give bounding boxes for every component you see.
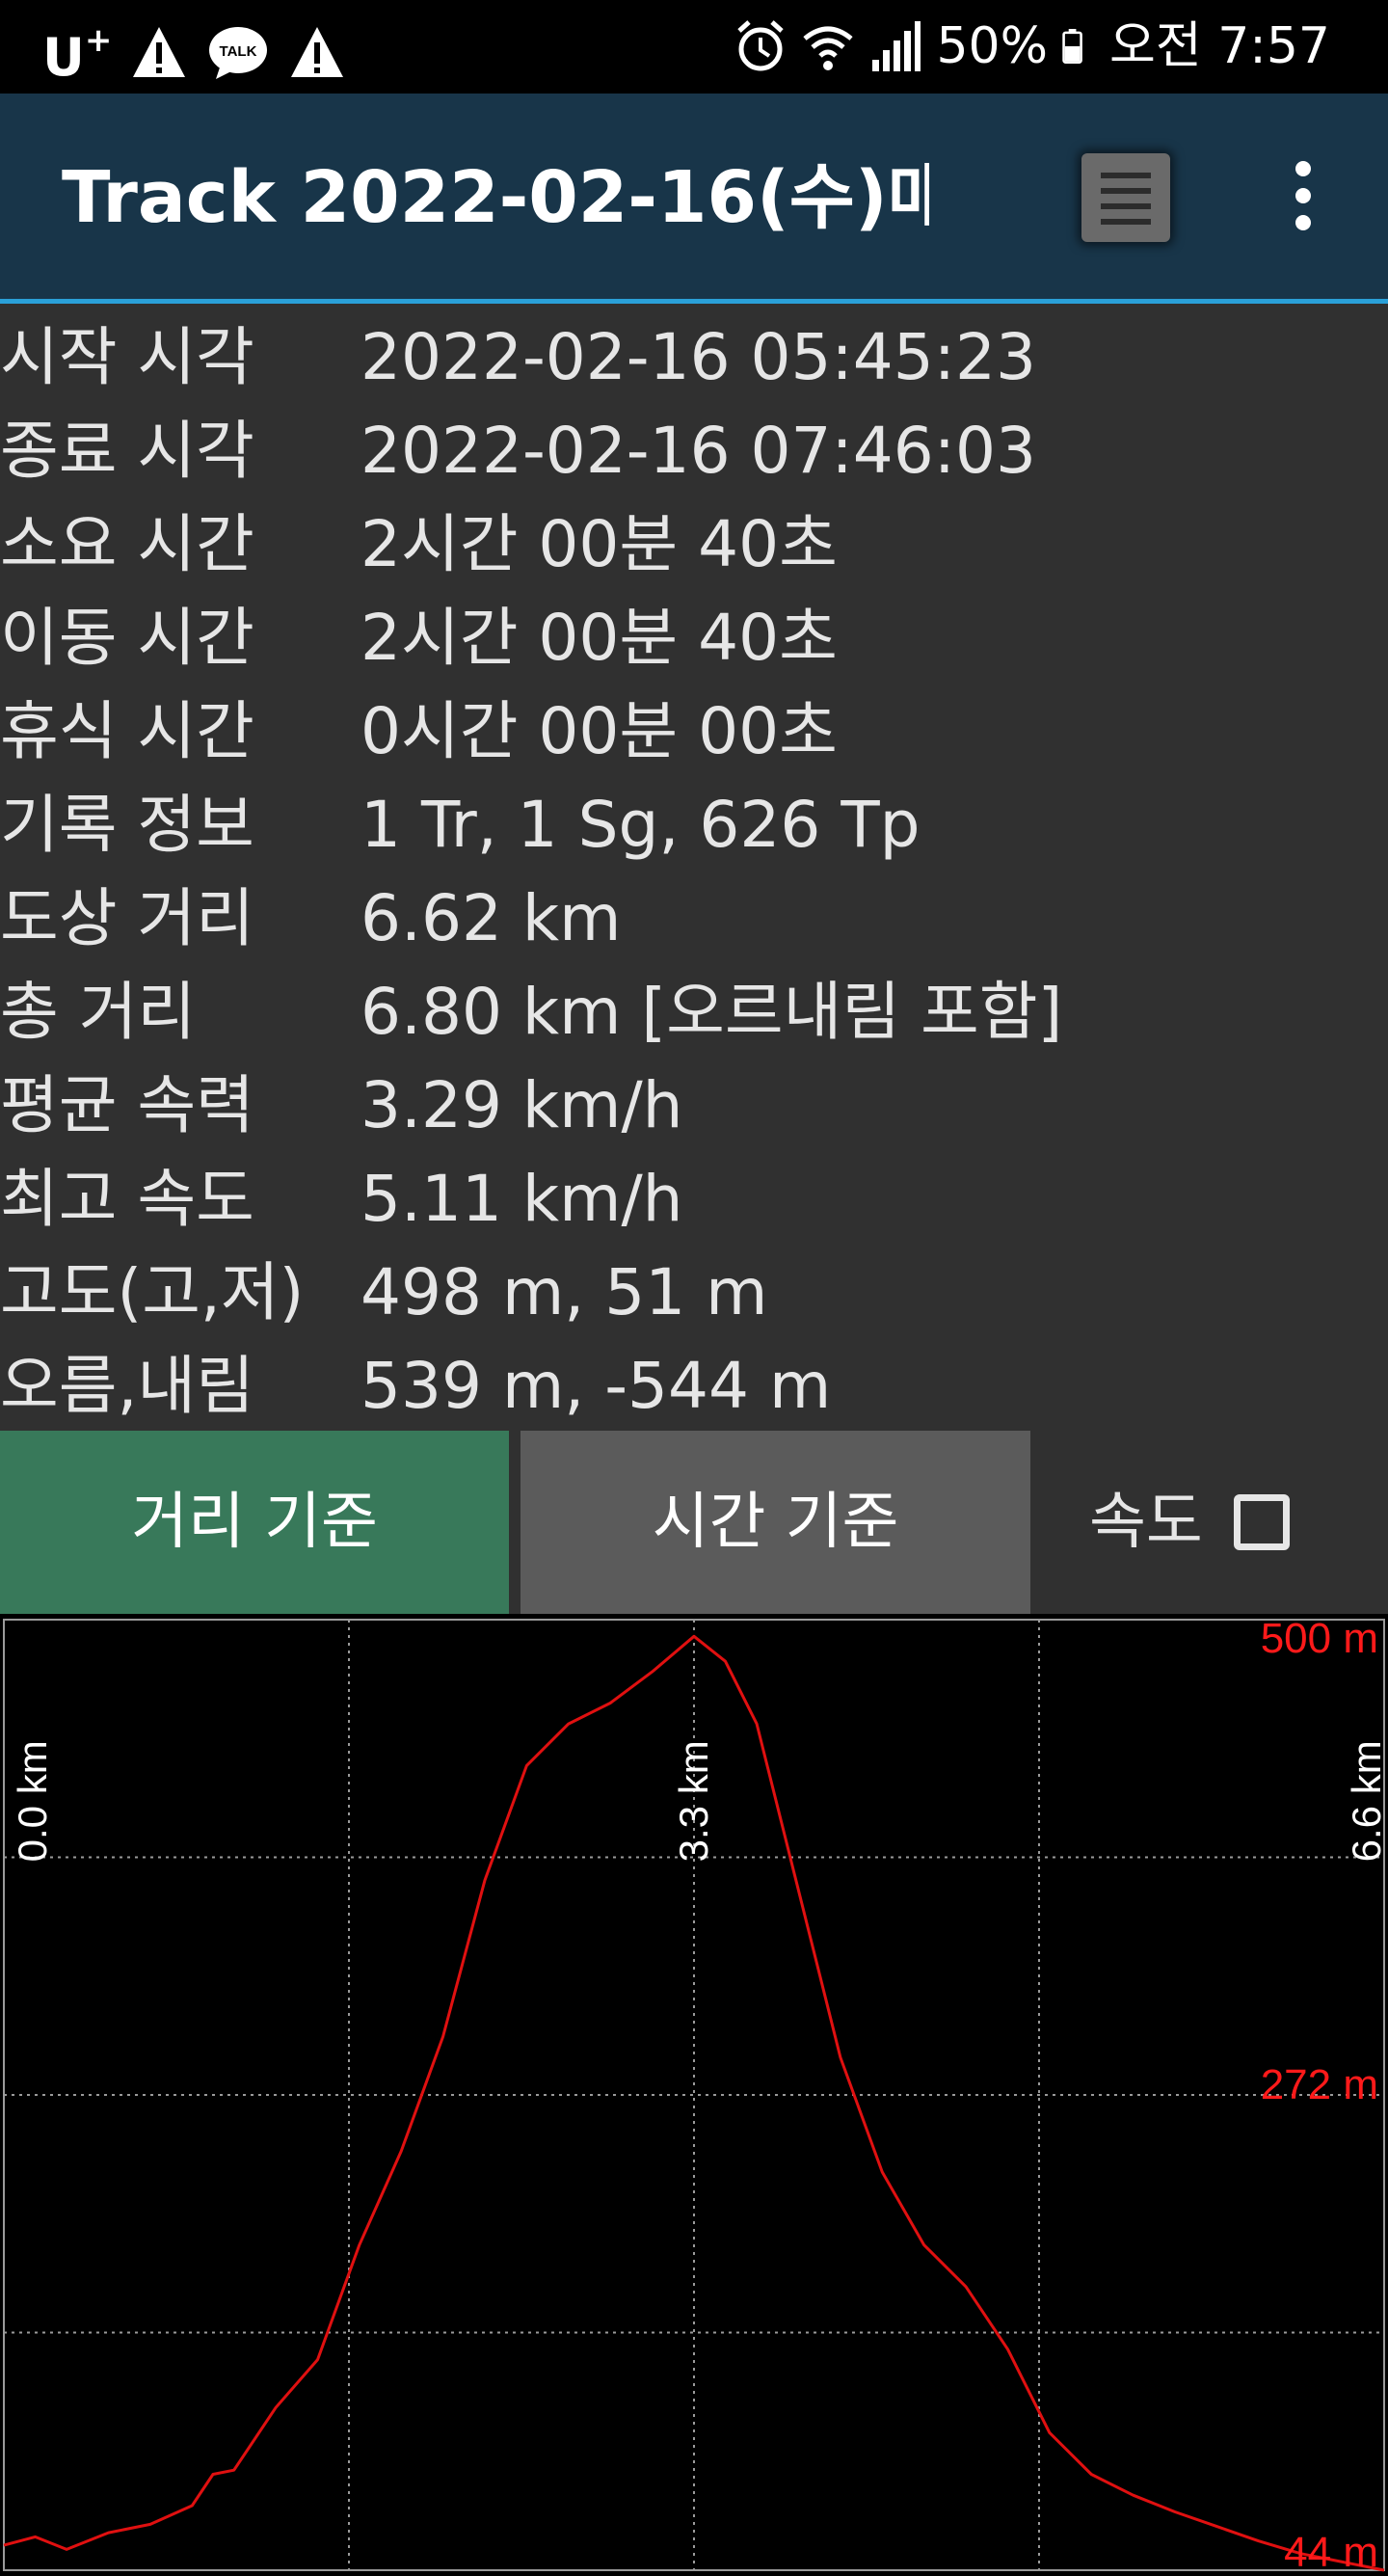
talk-text: TALK [220, 43, 257, 60]
info-row: 종료 시각 2022-02-16 07:46:03 [0, 404, 1388, 497]
time-basis-button[interactable]: 시간 기준 [520, 1431, 1030, 1614]
info-row: 오름,내림 539 m, -544 m [0, 1339, 1388, 1433]
speed-checkbox[interactable] [1234, 1494, 1290, 1550]
battery-icon [1062, 29, 1082, 64]
track-list-button[interactable] [1081, 153, 1170, 242]
info-row: 총 거리 6.80 km [오르내림 포함] [0, 965, 1388, 1059]
info-value: 0시간 00분 00초 [360, 694, 838, 768]
info-row: 이동 시간 2시간 00분 40초 [0, 591, 1388, 684]
info-label: 고도(고,저) [0, 1255, 305, 1329]
status-left: U+ TALK [42, 13, 347, 91]
info-value: 1 Tr, 1 Sg, 626 Tp [360, 788, 921, 862]
x-tick-label: 3.3 km [671, 1740, 716, 1862]
info-label: 도상 거리 [0, 881, 254, 955]
info-row: 기록 정보 1 Tr, 1 Sg, 626 Tp [0, 778, 1388, 872]
info-label: 시작 시각 [0, 320, 254, 394]
info-value: 2022-02-16 07:46:03 [360, 414, 1036, 488]
elevation-chart: 500 m 272 m 44 m 0.0 km 3.3 km 6.6 km [0, 1614, 1388, 2576]
info-value: 539 m, -544 m [360, 1349, 832, 1423]
info-row: 최고 속도 5.11 km/h [0, 1152, 1388, 1246]
app-bar: Track 2022-02-16(수)매... [0, 94, 1388, 304]
info-value: 3.29 km/h [360, 1068, 683, 1142]
info-value: 498 m, 51 m [360, 1255, 768, 1329]
list-icon [1101, 173, 1151, 178]
kakaotalk-icon: TALK [209, 27, 268, 79]
x-tick-label: 6.6 km [1344, 1740, 1388, 1862]
info-row: 소요 시간 2시간 00분 40초 [0, 497, 1388, 591]
info-value: 5.11 km/h [360, 1162, 683, 1236]
carrier-name: U [42, 27, 85, 88]
info-label: 기록 정보 [0, 788, 254, 862]
wifi-icon [803, 26, 854, 70]
y-tick-label: 44 m [1284, 2529, 1378, 2576]
list-icon-line [1101, 219, 1151, 225]
info-label: 종료 시각 [0, 414, 254, 488]
info-row: 고도(고,저) 498 m, 51 m [0, 1246, 1388, 1339]
warning-icon [291, 27, 344, 77]
info-row: 시작 시각 2022-02-16 05:45:23 [0, 310, 1388, 404]
info-label: 소요 시간 [0, 507, 254, 581]
info-row: 휴식 시간 0시간 00분 00초 [0, 684, 1388, 778]
alarm-icon [737, 20, 785, 71]
more-options-icon[interactable] [1278, 161, 1328, 238]
speed-label: 속도 [1089, 1487, 1203, 1558]
info-label: 오름,내림 [0, 1349, 254, 1423]
info-value: 2시간 00분 40초 [360, 601, 838, 675]
clock: 오전 7:57 [1109, 17, 1330, 75]
info-label: 총 거리 [0, 975, 197, 1049]
status-right: 50% 오전 7:57 [734, 12, 1330, 81]
elevation-chart-svg: 500 m 272 m 44 m 0.0 km 3.3 km 6.6 km [3, 1615, 1388, 2576]
warning-icon [133, 27, 186, 77]
distance-basis-button[interactable]: 거리 기준 [0, 1431, 509, 1614]
info-label: 최고 속도 [0, 1162, 254, 1236]
y-tick-label: 272 m [1261, 2061, 1378, 2108]
list-icon-line [1101, 203, 1151, 209]
list-icon-line [1101, 188, 1151, 194]
info-label: 평균 속력 [0, 1068, 254, 1142]
info-value: 2022-02-16 05:45:23 [360, 320, 1036, 394]
x-tick-label: 0.0 km [10, 1740, 55, 1862]
info-value: 6.62 km [360, 881, 622, 955]
track-info: 시작 시각 2022-02-16 05:45:23 종료 시각 2022-02-16… [0, 310, 1388, 1433]
track-title: Track 2022-02-16(수)매... [62, 156, 929, 239]
carrier-plus: + [84, 21, 113, 60]
info-row: 평균 속력 3.29 km/h [0, 1059, 1388, 1152]
battery-percent: 50% [936, 17, 1049, 75]
y-tick-label: 500 m [1261, 1615, 1378, 1662]
signal-icon [872, 21, 921, 71]
info-label: 휴식 시간 [0, 694, 254, 768]
info-row: 도상 거리 6.62 km [0, 872, 1388, 965]
carrier-label: U+ [42, 13, 112, 91]
info-value: 2시간 00분 40초 [360, 507, 838, 581]
status-bar: U+ TALK 50% 오전 7:57 [0, 0, 1388, 94]
info-label: 이동 시간 [0, 601, 254, 675]
info-value: 6.80 km [오르내림 포함] [360, 975, 1063, 1049]
